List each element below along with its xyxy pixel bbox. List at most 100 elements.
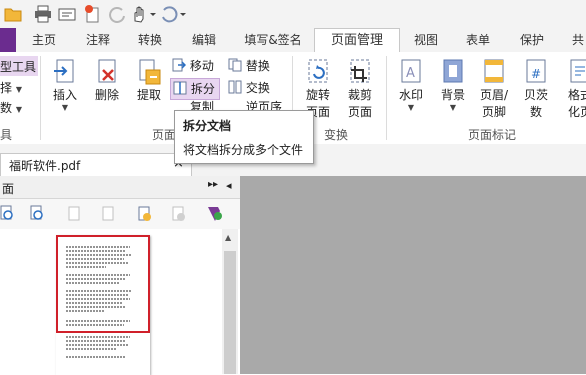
rotate-page-icon (305, 58, 331, 86)
copy-button[interactable]: 复制 (172, 100, 220, 110)
tool-label: 型工具 (0, 60, 37, 74)
split-label: 拆分 (190, 82, 215, 96)
header-footer-label-2: 页脚 (481, 105, 506, 119)
bates-number-button[interactable]: # 贝茨 数 (516, 58, 556, 120)
insert-page-icon (52, 58, 78, 86)
pages-panel-header: 面 ▸▸ ◂ (0, 176, 240, 199)
page-thumbnail[interactable] (56, 235, 150, 375)
watermark-icon: A (398, 58, 424, 86)
redo-disabled-icon (108, 5, 126, 23)
group-label-tools: 具 (0, 128, 13, 142)
dropdown-arrow-icon: ▼ (407, 103, 415, 112)
thumbnail-scrollbar[interactable]: ▲ (222, 229, 238, 374)
crop-label-2: 页面 (347, 105, 372, 119)
svg-text:A: A (406, 66, 415, 81)
delete-button[interactable]: 删除 (88, 58, 126, 103)
tab-more[interactable]: 共 (566, 28, 586, 52)
undo-icon[interactable] (160, 5, 188, 23)
format-label: 格式 (567, 88, 586, 102)
document-viewer[interactable] (240, 176, 586, 374)
new-icon[interactable] (84, 5, 102, 23)
watermark-label: 水印 (398, 88, 423, 102)
replace-label: 替换 (245, 59, 270, 73)
split-tooltip: 拆分文档 将文档拆分成多个文件 (174, 110, 314, 164)
bates-number-icon: # (523, 58, 549, 86)
swap-label: 交换 (245, 81, 270, 95)
swap-page-icon (228, 80, 242, 94)
page-thumbnail-area (0, 229, 222, 375)
insert-button[interactable]: 插入 ▼ (46, 58, 84, 112)
dropdown-arrow-icon: ▼ (15, 105, 22, 114)
left-item-2[interactable]: 择 ▼ (0, 78, 22, 98)
hand-tool-icon[interactable] (130, 5, 156, 23)
document-tab-label: 福昕软件.pdf (9, 159, 81, 173)
group-label-page-marks: 页面标记 (468, 128, 517, 142)
background-button[interactable]: 背景 ▼ (434, 58, 472, 112)
reverse-label: 逆页序 (246, 100, 283, 110)
scroll-thumb[interactable] (224, 251, 236, 374)
move-label: 移动 (189, 59, 214, 73)
tool-highlight[interactable]: 型工具 (0, 56, 38, 76)
tab-form[interactable]: 表单 (458, 28, 498, 52)
header-footer-icon (481, 58, 507, 86)
ribbon-tab-row: 主页 注释 转换 编辑 填写&签名 页面管理 视图 表单 保护 共 (0, 28, 586, 54)
crop-page-button[interactable]: 裁剪 页面 (340, 58, 380, 120)
page-properties-icon[interactable] (206, 205, 224, 223)
left-item-3-label: 数 (0, 101, 13, 115)
insert-page-small-icon[interactable] (136, 205, 152, 223)
scroll-up-icon[interactable]: ▲ (225, 233, 231, 242)
file-tab[interactable] (0, 28, 16, 52)
crop-page-icon (347, 58, 373, 86)
dropdown-arrow-icon: ▼ (15, 85, 22, 94)
background-label: 背景 (440, 88, 465, 102)
folder-icon[interactable] (4, 5, 22, 23)
reverse-button[interactable]: 逆页序 (228, 100, 288, 110)
tab-page-management[interactable]: 页面管理 (314, 28, 400, 54)
panel-title: 面 (2, 182, 15, 196)
watermark-button[interactable]: A 水印 ▼ (392, 58, 430, 112)
delete-page-disabled-icon (172, 206, 185, 221)
delete-label: 删除 (94, 88, 119, 102)
move-page-icon (172, 58, 187, 72)
crop-label: 裁剪 (347, 88, 372, 102)
tab-fill-sign[interactable]: 填写&签名 (236, 28, 310, 52)
zoom-out-page-icon[interactable] (30, 205, 46, 223)
delete-page-icon (94, 58, 120, 86)
expand-panel-icon[interactable]: ▸▸ (208, 179, 218, 190)
tab-edit[interactable]: 编辑 (186, 28, 222, 52)
format-label-2: 化页 (567, 105, 586, 119)
bates-label-2: 数 (529, 105, 542, 119)
format-page-button[interactable]: 格式 化页 (560, 58, 586, 120)
insert-label: 插入 (52, 88, 77, 102)
document-tab[interactable]: 福昕软件.pdf × (0, 153, 192, 177)
split-button[interactable]: 拆分 (170, 78, 220, 100)
tab-home[interactable]: 主页 (26, 28, 62, 52)
tab-comment[interactable]: 注释 (80, 28, 116, 52)
collapse-panel-icon[interactable]: ◂ (226, 179, 232, 192)
left-item-3[interactable]: 数 ▼ (0, 98, 22, 118)
replace-button[interactable]: 替换 (228, 56, 282, 76)
quick-access-toolbar (0, 0, 586, 28)
rotate-disabled-icon (68, 206, 80, 221)
header-footer-button[interactable]: 页眉/ 页脚 (474, 58, 514, 120)
scan-icon[interactable] (58, 5, 76, 23)
extract-label: 提取 (136, 88, 161, 102)
pages-panel-toolbar (0, 199, 240, 229)
zoom-in-page-icon[interactable] (0, 205, 16, 223)
background-icon (440, 58, 466, 86)
tab-protect[interactable]: 保护 (512, 28, 552, 52)
tab-convert[interactable]: 转换 (132, 28, 168, 52)
print-icon[interactable] (34, 5, 52, 23)
group-label-transform: 变换 (324, 128, 349, 142)
dropdown-arrow-icon: ▼ (61, 103, 69, 112)
extract-disabled-icon (102, 206, 114, 221)
tooltip-title: 拆分文档 (183, 119, 232, 133)
move-button[interactable]: 移动 (172, 56, 220, 76)
swap-button[interactable]: 交换 (228, 78, 282, 98)
header-footer-label: 页眉/ (479, 88, 509, 102)
group-separator (386, 56, 387, 140)
tab-view[interactable]: 视图 (406, 28, 446, 52)
extract-page-icon (136, 58, 162, 86)
extract-button[interactable]: 提取 (130, 58, 168, 103)
copy-label: 复制 (190, 100, 215, 110)
